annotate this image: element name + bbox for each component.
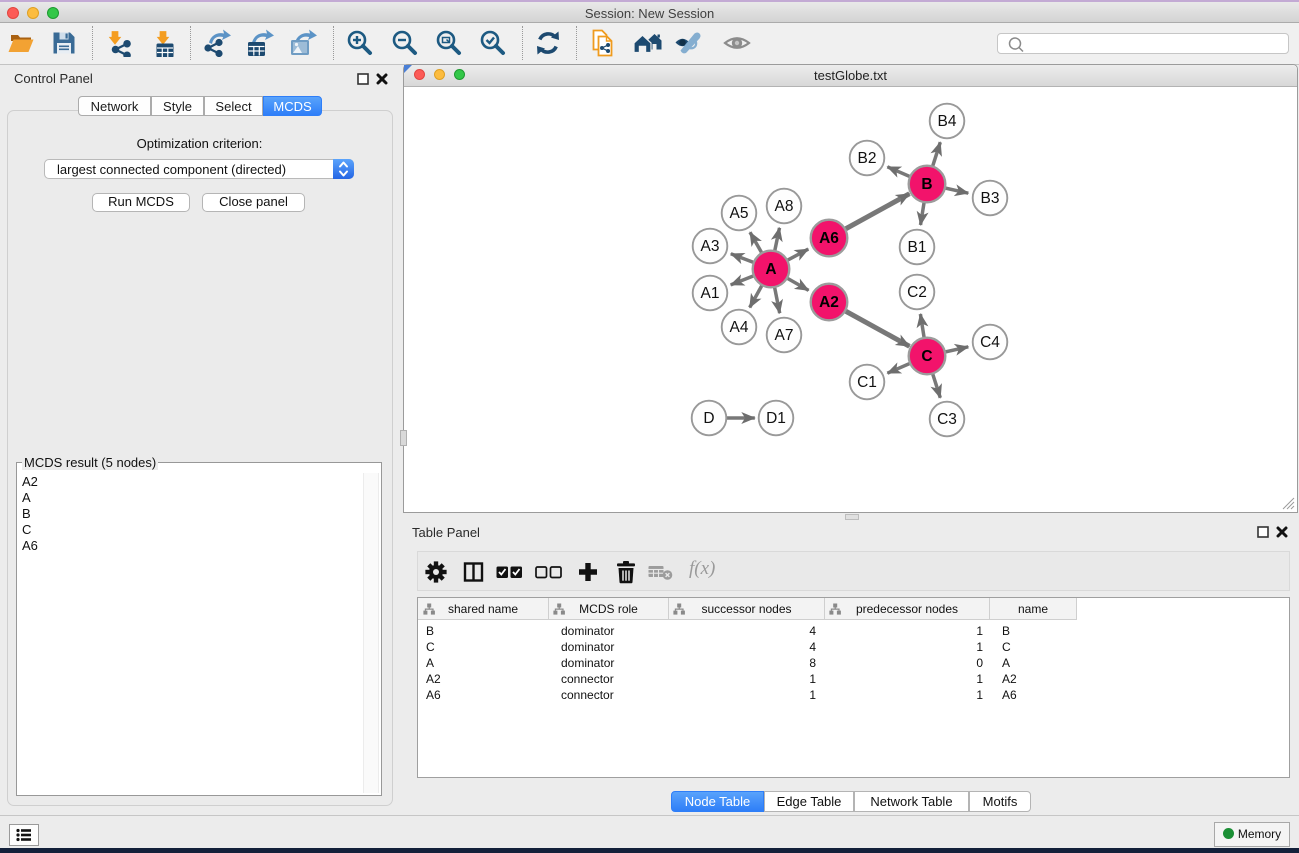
- svg-text:C2: C2: [907, 284, 927, 301]
- svg-text:A3: A3: [701, 238, 720, 255]
- svg-text:C1: C1: [857, 374, 877, 391]
- svg-text:A8: A8: [775, 198, 794, 215]
- svg-text:A5: A5: [730, 205, 749, 222]
- svg-text:B: B: [921, 176, 932, 193]
- svg-text:B3: B3: [981, 190, 1000, 207]
- svg-text:D1: D1: [766, 410, 786, 427]
- svg-text:A2: A2: [819, 294, 839, 311]
- svg-text:A7: A7: [775, 327, 794, 344]
- svg-text:C: C: [921, 348, 932, 365]
- svg-text:A4: A4: [730, 319, 749, 336]
- svg-text:C3: C3: [937, 411, 957, 428]
- svg-text:B2: B2: [858, 150, 877, 167]
- svg-text:A6: A6: [819, 230, 839, 247]
- svg-text:C4: C4: [980, 334, 1000, 351]
- svg-text:A: A: [765, 261, 776, 278]
- svg-text:B1: B1: [908, 239, 927, 256]
- svg-text:D: D: [703, 410, 714, 427]
- svg-text:A1: A1: [701, 285, 720, 302]
- svg-text:B4: B4: [938, 113, 957, 130]
